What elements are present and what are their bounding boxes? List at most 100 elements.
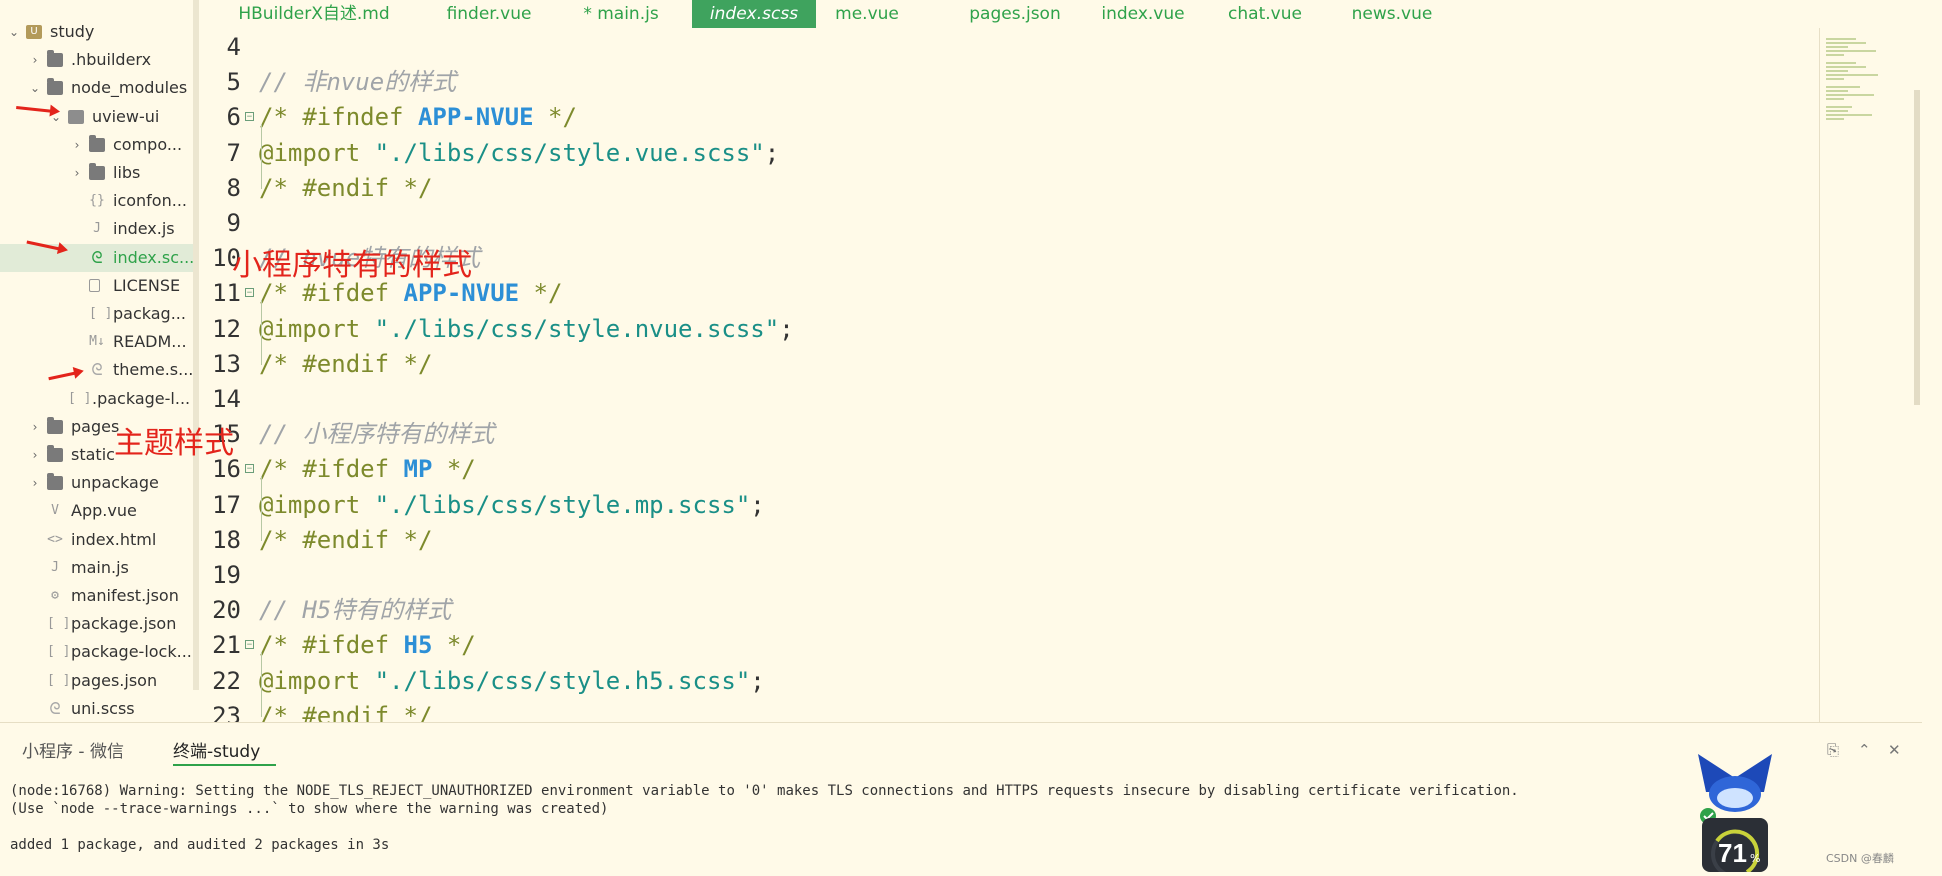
sidebar-item-label: .hbuilderx	[71, 50, 152, 70]
minimap-line	[1826, 86, 1860, 88]
token-kw: MP	[403, 455, 433, 484]
token-comment: // 小程序特有的样式	[259, 420, 495, 449]
token-pre: /* #endif */	[259, 349, 433, 378]
chevron-down-icon[interactable]: ⌄	[7, 18, 21, 46]
code-text: @import "./libs/css/style.mp.scss";	[259, 488, 765, 523]
editor-scrollbar[interactable]	[1914, 90, 1920, 405]
editor-tab[interactable]: news.vue	[1347, 0, 1437, 28]
export-icon[interactable]: ⎘	[1827, 741, 1839, 759]
minimap-line	[1826, 66, 1866, 68]
sidebar-item-label: .package-l...	[92, 388, 191, 408]
chevron-right-icon[interactable]: ›	[70, 131, 84, 159]
editor-tab[interactable]: index.scss	[692, 0, 816, 28]
sidebar-item-libs[interactable]: › libs	[0, 159, 193, 187]
mascot-widget[interactable]: 71 %	[1690, 748, 1780, 876]
sidebar-item-pages-json[interactable]: [ ] pages.json	[0, 667, 193, 695]
mascot-percent: 71	[1718, 838, 1747, 868]
chevron-right-icon[interactable]: ›	[28, 413, 42, 441]
token-post: */	[533, 103, 577, 132]
fold-toggle-icon[interactable]: −	[245, 112, 254, 122]
token-post: */	[519, 279, 563, 308]
sidebar-item-node-modules[interactable]: ⌄ node_modules	[0, 74, 193, 102]
scss-file-icon: ᘓ	[49, 698, 61, 718]
terminal-line: added 1 package, and audited 2 packages …	[10, 837, 390, 853]
sidebar-item-app-vue[interactable]: V App.vue	[0, 497, 193, 525]
sidebar-item-readm[interactable]: M↓ READM...	[0, 328, 193, 356]
sidebar-item-hbuilderx[interactable]: › .hbuilderx	[0, 46, 193, 74]
minimap-line	[1826, 62, 1856, 64]
code-line: 12 @import "./libs/css/style.nvue.scss";	[199, 312, 1819, 347]
file-icon	[89, 278, 100, 292]
sidebar-item-study[interactable]: ⌄ Ustudy	[0, 18, 193, 46]
code-text: /* #endif */	[259, 699, 432, 722]
panel-tab-miniprogram-wechat[interactable]: 小程序 - 微信	[22, 737, 124, 762]
folder-icon	[47, 473, 63, 491]
code-editor[interactable]: 4 5// 非nvue的样式 6−/* #ifndef APP-NVUE */7 @i…	[199, 28, 1819, 722]
sidebar-item-index-html[interactable]: <> index.html	[0, 526, 193, 554]
sidebar-item-package-l[interactable]: [ ] .package-l...	[0, 385, 193, 413]
line-number: 14	[212, 385, 241, 413]
editor-tab[interactable]: * main.js	[576, 0, 666, 28]
minimap-line	[1826, 50, 1876, 52]
sidebar-item-unpackage[interactable]: › unpackage	[0, 469, 193, 497]
line-number: 21	[212, 631, 241, 660]
code-text: /* #ifdef H5 */	[259, 628, 476, 663]
sidebar-item-packag[interactable]: [ ] packag...	[0, 300, 193, 328]
sidebar-item-package-lock[interactable]: [ ] package-lock....	[0, 638, 193, 666]
gear-file-icon: ⚙	[51, 588, 59, 603]
folder-icon	[89, 134, 105, 152]
json-file-icon: [ ]	[47, 616, 71, 632]
minimap-line	[1826, 38, 1856, 40]
sidebar-item-compo[interactable]: › compo...	[0, 131, 193, 159]
sidebar-item-label: package.json	[71, 614, 177, 634]
code-text: // 非nvue的样式	[259, 65, 456, 100]
sidebar-item-label: node_modules	[71, 78, 188, 98]
token-post: */	[432, 631, 476, 660]
editor-tab[interactable]: pages.json	[960, 0, 1070, 28]
fold-guide	[261, 300, 262, 365]
line-number: 17	[212, 490, 241, 519]
fold-toggle-icon[interactable]: −	[245, 288, 254, 298]
sidebar-item-index-js[interactable]: Jindex.js	[0, 215, 193, 243]
sidebar-item-iconfon[interactable]: {} iconfon...	[0, 187, 193, 215]
sidebar-item-label: pages.json	[71, 670, 158, 690]
editor-tab[interactable]: finder.vue	[434, 0, 544, 28]
minimap-line	[1826, 46, 1848, 48]
project-icon: U	[26, 25, 42, 39]
chevron-right-icon[interactable]: ›	[70, 159, 84, 187]
code-line: 17 @import "./libs/css/style.mp.scss";	[199, 488, 1819, 523]
chevron-right-icon[interactable]: ›	[28, 441, 42, 469]
sidebar-item-label: index.js	[113, 219, 175, 239]
sidebar-item-theme-s[interactable]: ᘓ theme.s...	[0, 356, 193, 384]
code-line: 20 // H5特有的样式	[199, 593, 1819, 628]
sidebar-item-index-sc[interactable]: ᘓ index.sc...	[0, 243, 193, 272]
line-number: 23	[212, 701, 241, 722]
panel-tab-terminal-study[interactable]: 终端-study	[173, 737, 277, 766]
token-str: "./libs/css/style.h5.scss"	[374, 666, 751, 695]
minimap[interactable]	[1819, 28, 1920, 722]
chevron-down-icon[interactable]: ⌄	[28, 74, 42, 102]
editor-tab[interactable]: chat.vue	[1220, 0, 1310, 28]
sidebar-item-package-json[interactable]: [ ] package.json	[0, 610, 193, 638]
sidebar-item-uni-scss[interactable]: ᘓ uni.scss	[0, 695, 193, 722]
close-panel-icon[interactable]: ✕	[1888, 741, 1901, 759]
code-line: 21−/* #ifdef H5 */	[199, 628, 1819, 663]
code-line: 14	[199, 382, 1819, 417]
code-line: 5 // 非nvue的样式	[199, 65, 1819, 100]
chevron-right-icon[interactable]: ›	[28, 469, 42, 497]
chevron-right-icon[interactable]: ›	[28, 46, 42, 74]
fold-toggle-icon[interactable]: −	[245, 640, 254, 650]
json-file-icon: [ ]	[47, 672, 71, 688]
sidebar-item-main-js[interactable]: Jmain.js	[0, 554, 193, 582]
html-file-icon: <>	[47, 531, 63, 547]
code-line: 4	[199, 30, 1819, 65]
sidebar-item-manifest-json[interactable]: ⚙ manifest.json	[0, 582, 193, 610]
editor-tab[interactable]: me.vue	[822, 0, 912, 28]
collapse-up-icon[interactable]: ⌃	[1858, 741, 1871, 759]
sidebar-item-label: READM...	[113, 332, 187, 352]
sidebar-item-license[interactable]: LICENSE	[0, 272, 193, 300]
line-number: 9	[226, 209, 241, 237]
fold-toggle-icon[interactable]: −	[245, 464, 254, 474]
editor-tab[interactable]: index.vue	[1098, 0, 1188, 28]
editor-tab[interactable]: HBuilderX自述.md	[229, 0, 399, 28]
